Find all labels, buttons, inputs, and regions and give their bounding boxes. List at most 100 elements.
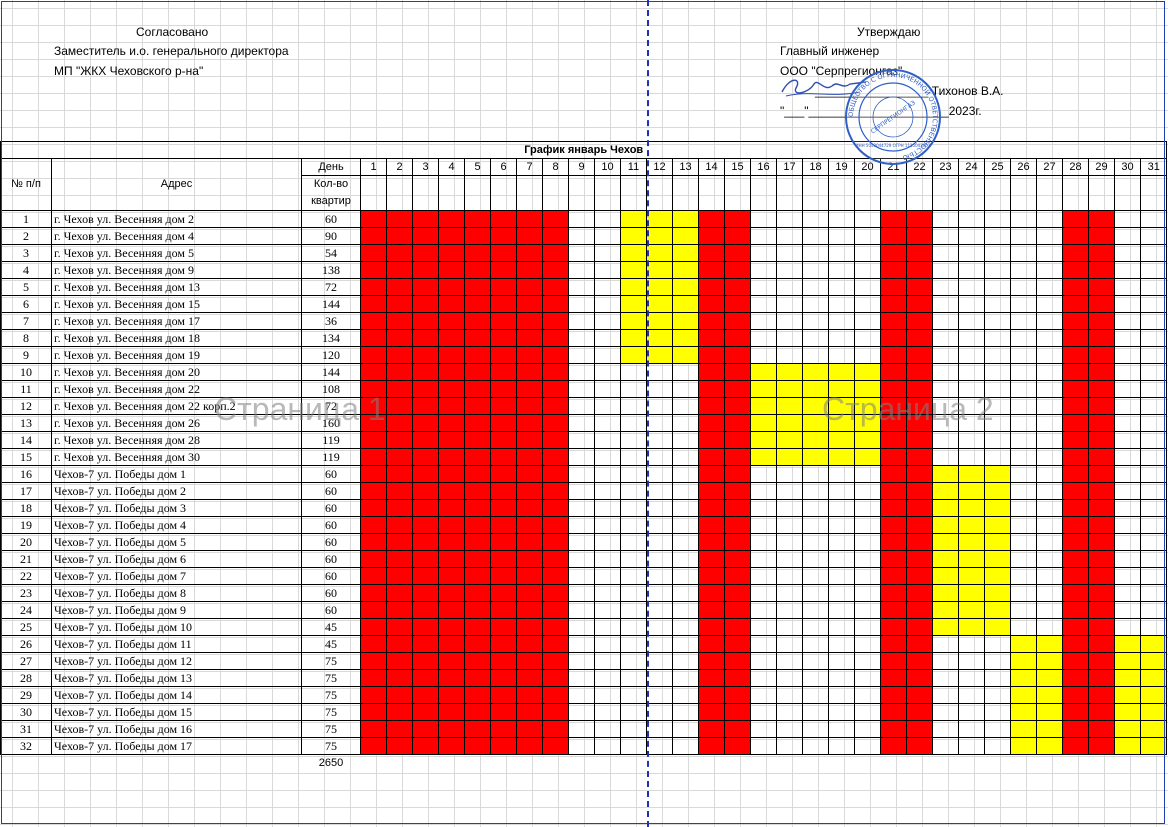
day-cell-red[interactable] <box>490 227 517 245</box>
day-cell-red[interactable] <box>360 703 387 721</box>
day-cell-empty[interactable] <box>854 278 881 296</box>
day-cell-empty[interactable] <box>958 686 985 704</box>
day-cell-red[interactable] <box>386 414 413 432</box>
day-cell-red[interactable] <box>464 618 491 636</box>
day-cell-empty[interactable] <box>828 618 855 636</box>
day-cell-red[interactable] <box>490 346 517 364</box>
day-cell-red[interactable] <box>516 414 543 432</box>
day-cell-red[interactable] <box>906 261 933 279</box>
day-cell-red[interactable] <box>516 465 543 483</box>
day-cell-empty[interactable] <box>984 652 1011 670</box>
day-cell-red[interactable] <box>516 312 543 330</box>
day-cell-yellow[interactable] <box>958 465 985 483</box>
day-cell-red[interactable] <box>880 210 907 228</box>
day-cell-red[interactable] <box>1062 533 1089 551</box>
day-cell-red[interactable] <box>724 227 751 245</box>
day-cell-empty[interactable] <box>1036 346 1063 364</box>
day-cell-empty[interactable] <box>646 533 673 551</box>
day-cell-red[interactable] <box>412 329 439 347</box>
day-cell-empty[interactable] <box>568 227 595 245</box>
day-cell-red[interactable] <box>464 397 491 415</box>
day-cell-red[interactable] <box>360 618 387 636</box>
day-cell-empty[interactable] <box>1036 431 1063 449</box>
day-cell-red[interactable] <box>698 652 725 670</box>
day-cell-red[interactable] <box>724 499 751 517</box>
day-cell-red[interactable] <box>386 295 413 313</box>
day-cell-red[interactable] <box>490 703 517 721</box>
day-cell-red[interactable] <box>464 533 491 551</box>
day-cell-empty[interactable] <box>828 720 855 738</box>
day-cell-empty[interactable] <box>1036 397 1063 415</box>
day-cell-empty[interactable] <box>1114 397 1141 415</box>
day-cell-red[interactable] <box>880 550 907 568</box>
day-cell-empty[interactable] <box>958 227 985 245</box>
day-cell-empty[interactable] <box>1010 567 1037 585</box>
day-cell-red[interactable] <box>412 397 439 415</box>
day-cell-yellow[interactable] <box>802 431 829 449</box>
day-cell-yellow[interactable] <box>854 363 881 381</box>
day-cell-empty[interactable] <box>646 720 673 738</box>
day-cell-empty[interactable] <box>594 295 621 313</box>
day-cell-empty[interactable] <box>1139 482 1168 500</box>
day-cell-empty[interactable] <box>672 533 699 551</box>
day-cell-red[interactable] <box>880 584 907 602</box>
day-cell-empty[interactable] <box>776 516 803 534</box>
day-cell-empty[interactable] <box>1139 261 1168 279</box>
day-cell-empty[interactable] <box>750 618 777 636</box>
day-cell-empty[interactable] <box>984 448 1011 466</box>
day-cell-yellow[interactable] <box>984 618 1011 636</box>
day-cell-red[interactable] <box>412 278 439 296</box>
day-cell-empty[interactable] <box>932 737 959 755</box>
day-cell-red[interactable] <box>880 737 907 755</box>
day-cell-red[interactable] <box>880 448 907 466</box>
day-cell-empty[interactable] <box>984 635 1011 653</box>
day-cell-empty[interactable] <box>1010 601 1037 619</box>
day-cell-red[interactable] <box>906 669 933 687</box>
day-cell-yellow[interactable] <box>932 584 959 602</box>
day-cell-empty[interactable] <box>1010 312 1037 330</box>
day-cell-empty[interactable] <box>828 210 855 228</box>
day-cell-empty[interactable] <box>750 584 777 602</box>
day-cell-yellow[interactable] <box>984 601 1011 619</box>
day-cell-red[interactable] <box>542 227 569 245</box>
day-cell-yellow[interactable] <box>672 227 699 245</box>
day-cell-red[interactable] <box>412 635 439 653</box>
day-cell-empty[interactable] <box>1036 278 1063 296</box>
day-cell-red[interactable] <box>724 618 751 636</box>
day-cell-empty[interactable] <box>646 584 673 602</box>
day-cell-empty[interactable] <box>984 227 1011 245</box>
day-cell-red[interactable] <box>880 431 907 449</box>
day-cell-red[interactable] <box>386 380 413 398</box>
day-cell-red[interactable] <box>464 380 491 398</box>
day-cell-empty[interactable] <box>1036 363 1063 381</box>
day-cell-red[interactable] <box>1062 601 1089 619</box>
day-cell-red[interactable] <box>464 295 491 313</box>
day-cell-empty[interactable] <box>1114 329 1141 347</box>
day-cell-red[interactable] <box>1062 431 1089 449</box>
day-cell-red[interactable] <box>698 516 725 534</box>
day-cell-red[interactable] <box>698 499 725 517</box>
day-cell-empty[interactable] <box>1139 618 1168 636</box>
day-cell-red[interactable] <box>412 669 439 687</box>
day-cell-yellow[interactable] <box>802 397 829 415</box>
day-cell-red[interactable] <box>724 346 751 364</box>
day-cell-empty[interactable] <box>932 363 959 381</box>
day-cell-empty[interactable] <box>594 312 621 330</box>
day-cell-red[interactable] <box>542 244 569 262</box>
day-cell-empty[interactable] <box>854 312 881 330</box>
day-cell-red[interactable] <box>516 448 543 466</box>
day-cell-red[interactable] <box>880 686 907 704</box>
day-cell-red[interactable] <box>906 210 933 228</box>
day-cell-empty[interactable] <box>932 278 959 296</box>
day-cell-red[interactable] <box>516 227 543 245</box>
day-cell-red[interactable] <box>724 635 751 653</box>
day-cell-red[interactable] <box>464 601 491 619</box>
day-cell-empty[interactable] <box>1139 448 1168 466</box>
day-cell-red[interactable] <box>1062 261 1089 279</box>
day-cell-empty[interactable] <box>620 635 647 653</box>
day-cell-red[interactable] <box>698 482 725 500</box>
day-cell-empty[interactable] <box>594 669 621 687</box>
day-cell-red[interactable] <box>1062 363 1089 381</box>
day-cell-empty[interactable] <box>1036 601 1063 619</box>
day-cell-red[interactable] <box>464 584 491 602</box>
